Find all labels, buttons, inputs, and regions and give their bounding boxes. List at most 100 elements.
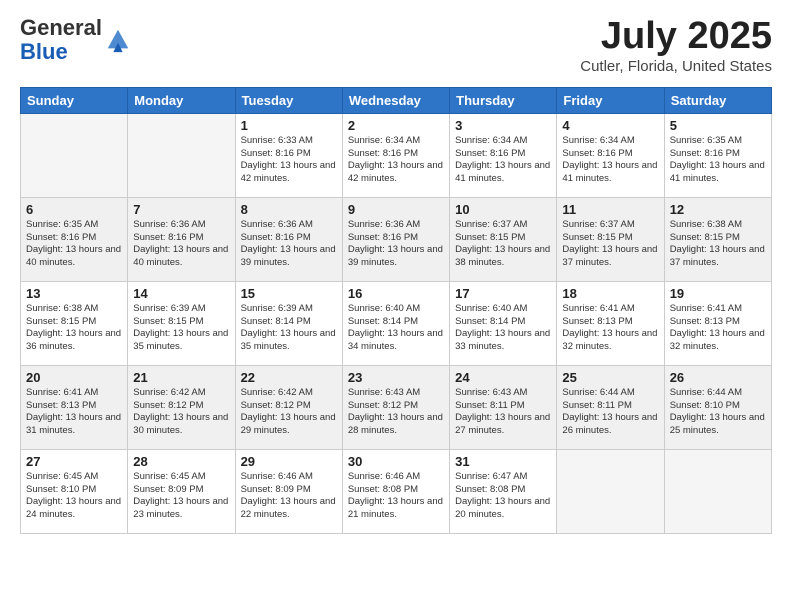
day-number: 12 xyxy=(670,202,766,217)
calendar-cell: 21 Sunrise: 6:42 AM Sunset: 8:12 PM Dayli… xyxy=(128,365,235,449)
day-number: 7 xyxy=(133,202,229,217)
calendar-header-sunday: Sunday xyxy=(21,87,128,113)
calendar-cell: 11Sunrise: 6:37 AM Sunset: 8:15 PM Dayli… xyxy=(557,197,664,281)
day-number: 28 xyxy=(133,454,229,469)
title-block: July 2025 Cutler, Florida, United States xyxy=(580,16,772,75)
calendar-cell xyxy=(128,113,235,197)
calendar-week-row: 20 Sunrise: 6:41 AM Sunset: 8:13 PM Dayli… xyxy=(21,365,772,449)
day-number: 20 xyxy=(26,370,122,385)
day-info: Sunrise: 6:42 AM Sunset: 8:12 PM Dayligh… xyxy=(133,387,229,438)
calendar-cell: 15 Sunrise: 6:39 AM Sunset: 8:14 PM Dayli… xyxy=(235,281,342,365)
logo-text: General Blue xyxy=(20,16,102,64)
calendar-week-row: 13Sunrise: 6:38 AM Sunset: 8:15 PM Dayli… xyxy=(21,281,772,365)
calendar-cell: 14Sunrise: 6:39 AM Sunset: 8:15 PM Dayli… xyxy=(128,281,235,365)
day-number: 21 xyxy=(133,370,229,385)
day-info: Sunrise: 6:40 AM Sunset: 8:14 PM Dayligh… xyxy=(455,303,551,354)
day-info: Sunrise: 6:35 AM Sunset: 8:16 PM Dayligh… xyxy=(670,135,766,186)
calendar-cell: 12Sunrise: 6:38 AM Sunset: 8:15 PM Dayli… xyxy=(664,197,771,281)
day-info: Sunrise: 6:33 AM Sunset: 8:16 PM Dayligh… xyxy=(241,135,337,186)
day-number: 18 xyxy=(562,286,658,301)
day-number: 6 xyxy=(26,202,122,217)
day-info: Sunrise: 6:46 AM Sunset: 8:09 PM Dayligh… xyxy=(241,471,337,522)
day-info: Sunrise: 6:41 AM Sunset: 8:13 PM Dayligh… xyxy=(26,387,122,438)
calendar-cell xyxy=(21,113,128,197)
day-number: 31 xyxy=(455,454,551,469)
day-number: 5 xyxy=(670,118,766,133)
day-number: 2 xyxy=(348,118,444,133)
calendar-header-saturday: Saturday xyxy=(664,87,771,113)
day-number: 17 xyxy=(455,286,551,301)
calendar-cell: 19 Sunrise: 6:41 AM Sunset: 8:13 PM Dayli… xyxy=(664,281,771,365)
day-number: 3 xyxy=(455,118,551,133)
day-info: Sunrise: 6:45 AM Sunset: 8:09 PM Dayligh… xyxy=(133,471,229,522)
day-number: 30 xyxy=(348,454,444,469)
day-number: 27 xyxy=(26,454,122,469)
calendar-cell: 31Sunrise: 6:47 AM Sunset: 8:08 PM Dayli… xyxy=(450,449,557,533)
calendar-header-row: SundayMondayTuesdayWednesdayThursdayFrid… xyxy=(21,87,772,113)
day-info: Sunrise: 6:41 AM Sunset: 8:13 PM Dayligh… xyxy=(670,303,766,354)
day-info: Sunrise: 6:43 AM Sunset: 8:12 PM Dayligh… xyxy=(348,387,444,438)
calendar-cell: 1 Sunrise: 6:33 AM Sunset: 8:16 PM Daylig… xyxy=(235,113,342,197)
day-info: Sunrise: 6:36 AM Sunset: 8:16 PM Dayligh… xyxy=(241,219,337,270)
calendar-cell: 22 Sunrise: 6:42 AM Sunset: 8:12 PM Dayli… xyxy=(235,365,342,449)
calendar-header-tuesday: Tuesday xyxy=(235,87,342,113)
calendar-cell: 26Sunrise: 6:44 AM Sunset: 8:10 PM Dayli… xyxy=(664,365,771,449)
day-number: 16 xyxy=(348,286,444,301)
day-info: Sunrise: 6:35 AM Sunset: 8:16 PM Dayligh… xyxy=(26,219,122,270)
day-info: Sunrise: 6:44 AM Sunset: 8:11 PM Dayligh… xyxy=(562,387,658,438)
calendar-header-monday: Monday xyxy=(128,87,235,113)
day-number: 15 xyxy=(241,286,337,301)
calendar-cell: 4Sunrise: 6:34 AM Sunset: 8:16 PM Daylig… xyxy=(557,113,664,197)
calendar-table: SundayMondayTuesdayWednesdayThursdayFrid… xyxy=(20,87,772,534)
calendar-cell: 17 Sunrise: 6:40 AM Sunset: 8:14 PM Dayli… xyxy=(450,281,557,365)
calendar-cell: 16 Sunrise: 6:40 AM Sunset: 8:14 PM Dayli… xyxy=(342,281,449,365)
day-info: Sunrise: 6:41 AM Sunset: 8:13 PM Dayligh… xyxy=(562,303,658,354)
header: General Blue July 2025 Cutler, Florida, … xyxy=(20,16,772,75)
day-info: Sunrise: 6:40 AM Sunset: 8:14 PM Dayligh… xyxy=(348,303,444,354)
calendar-cell xyxy=(557,449,664,533)
calendar-cell: 8 Sunrise: 6:36 AM Sunset: 8:16 PM Daylig… xyxy=(235,197,342,281)
day-number: 4 xyxy=(562,118,658,133)
calendar-week-row: 27 Sunrise: 6:45 AM Sunset: 8:10 PM Dayli… xyxy=(21,449,772,533)
calendar-cell: 13Sunrise: 6:38 AM Sunset: 8:15 PM Dayli… xyxy=(21,281,128,365)
calendar-cell: 23 Sunrise: 6:43 AM Sunset: 8:12 PM Dayli… xyxy=(342,365,449,449)
day-number: 13 xyxy=(26,286,122,301)
day-info: Sunrise: 6:46 AM Sunset: 8:08 PM Dayligh… xyxy=(348,471,444,522)
logo: General Blue xyxy=(20,16,132,64)
day-number: 29 xyxy=(241,454,337,469)
calendar-cell: 7 Sunrise: 6:36 AM Sunset: 8:16 PM Daylig… xyxy=(128,197,235,281)
calendar-cell: 6 Sunrise: 6:35 AM Sunset: 8:16 PM Daylig… xyxy=(21,197,128,281)
calendar-cell: 29 Sunrise: 6:46 AM Sunset: 8:09 PM Dayli… xyxy=(235,449,342,533)
day-number: 25 xyxy=(562,370,658,385)
day-number: 8 xyxy=(241,202,337,217)
day-number: 10 xyxy=(455,202,551,217)
day-info: Sunrise: 6:39 AM Sunset: 8:14 PM Dayligh… xyxy=(241,303,337,354)
day-number: 11 xyxy=(562,202,658,217)
calendar-cell: 25 Sunrise: 6:44 AM Sunset: 8:11 PM Dayli… xyxy=(557,365,664,449)
day-number: 22 xyxy=(241,370,337,385)
day-info: Sunrise: 6:36 AM Sunset: 8:16 PM Dayligh… xyxy=(348,219,444,270)
calendar-week-row: 6 Sunrise: 6:35 AM Sunset: 8:16 PM Daylig… xyxy=(21,197,772,281)
day-number: 23 xyxy=(348,370,444,385)
day-info: Sunrise: 6:43 AM Sunset: 8:11 PM Dayligh… xyxy=(455,387,551,438)
day-info: Sunrise: 6:42 AM Sunset: 8:12 PM Dayligh… xyxy=(241,387,337,438)
day-number: 19 xyxy=(670,286,766,301)
calendar-cell: 9Sunrise: 6:36 AM Sunset: 8:16 PM Daylig… xyxy=(342,197,449,281)
day-info: Sunrise: 6:36 AM Sunset: 8:16 PM Dayligh… xyxy=(133,219,229,270)
day-info: Sunrise: 6:34 AM Sunset: 8:16 PM Dayligh… xyxy=(455,135,551,186)
calendar-header-thursday: Thursday xyxy=(450,87,557,113)
day-info: Sunrise: 6:34 AM Sunset: 8:16 PM Dayligh… xyxy=(348,135,444,186)
calendar-cell: 5 Sunrise: 6:35 AM Sunset: 8:16 PM Daylig… xyxy=(664,113,771,197)
calendar-cell: 27 Sunrise: 6:45 AM Sunset: 8:10 PM Dayli… xyxy=(21,449,128,533)
calendar-cell: 30 Sunrise: 6:46 AM Sunset: 8:08 PM Dayli… xyxy=(342,449,449,533)
calendar-cell: 20 Sunrise: 6:41 AM Sunset: 8:13 PM Dayli… xyxy=(21,365,128,449)
day-number: 1 xyxy=(241,118,337,133)
day-info: Sunrise: 6:45 AM Sunset: 8:10 PM Dayligh… xyxy=(26,471,122,522)
calendar-week-row: 1 Sunrise: 6:33 AM Sunset: 8:16 PM Daylig… xyxy=(21,113,772,197)
title-month: July 2025 xyxy=(580,16,772,58)
calendar-header-wednesday: Wednesday xyxy=(342,87,449,113)
day-number: 14 xyxy=(133,286,229,301)
calendar-cell: 28 Sunrise: 6:45 AM Sunset: 8:09 PM Dayli… xyxy=(128,449,235,533)
calendar-cell: 2 Sunrise: 6:34 AM Sunset: 8:16 PM Daylig… xyxy=(342,113,449,197)
calendar-cell: 18 Sunrise: 6:41 AM Sunset: 8:13 PM Dayli… xyxy=(557,281,664,365)
